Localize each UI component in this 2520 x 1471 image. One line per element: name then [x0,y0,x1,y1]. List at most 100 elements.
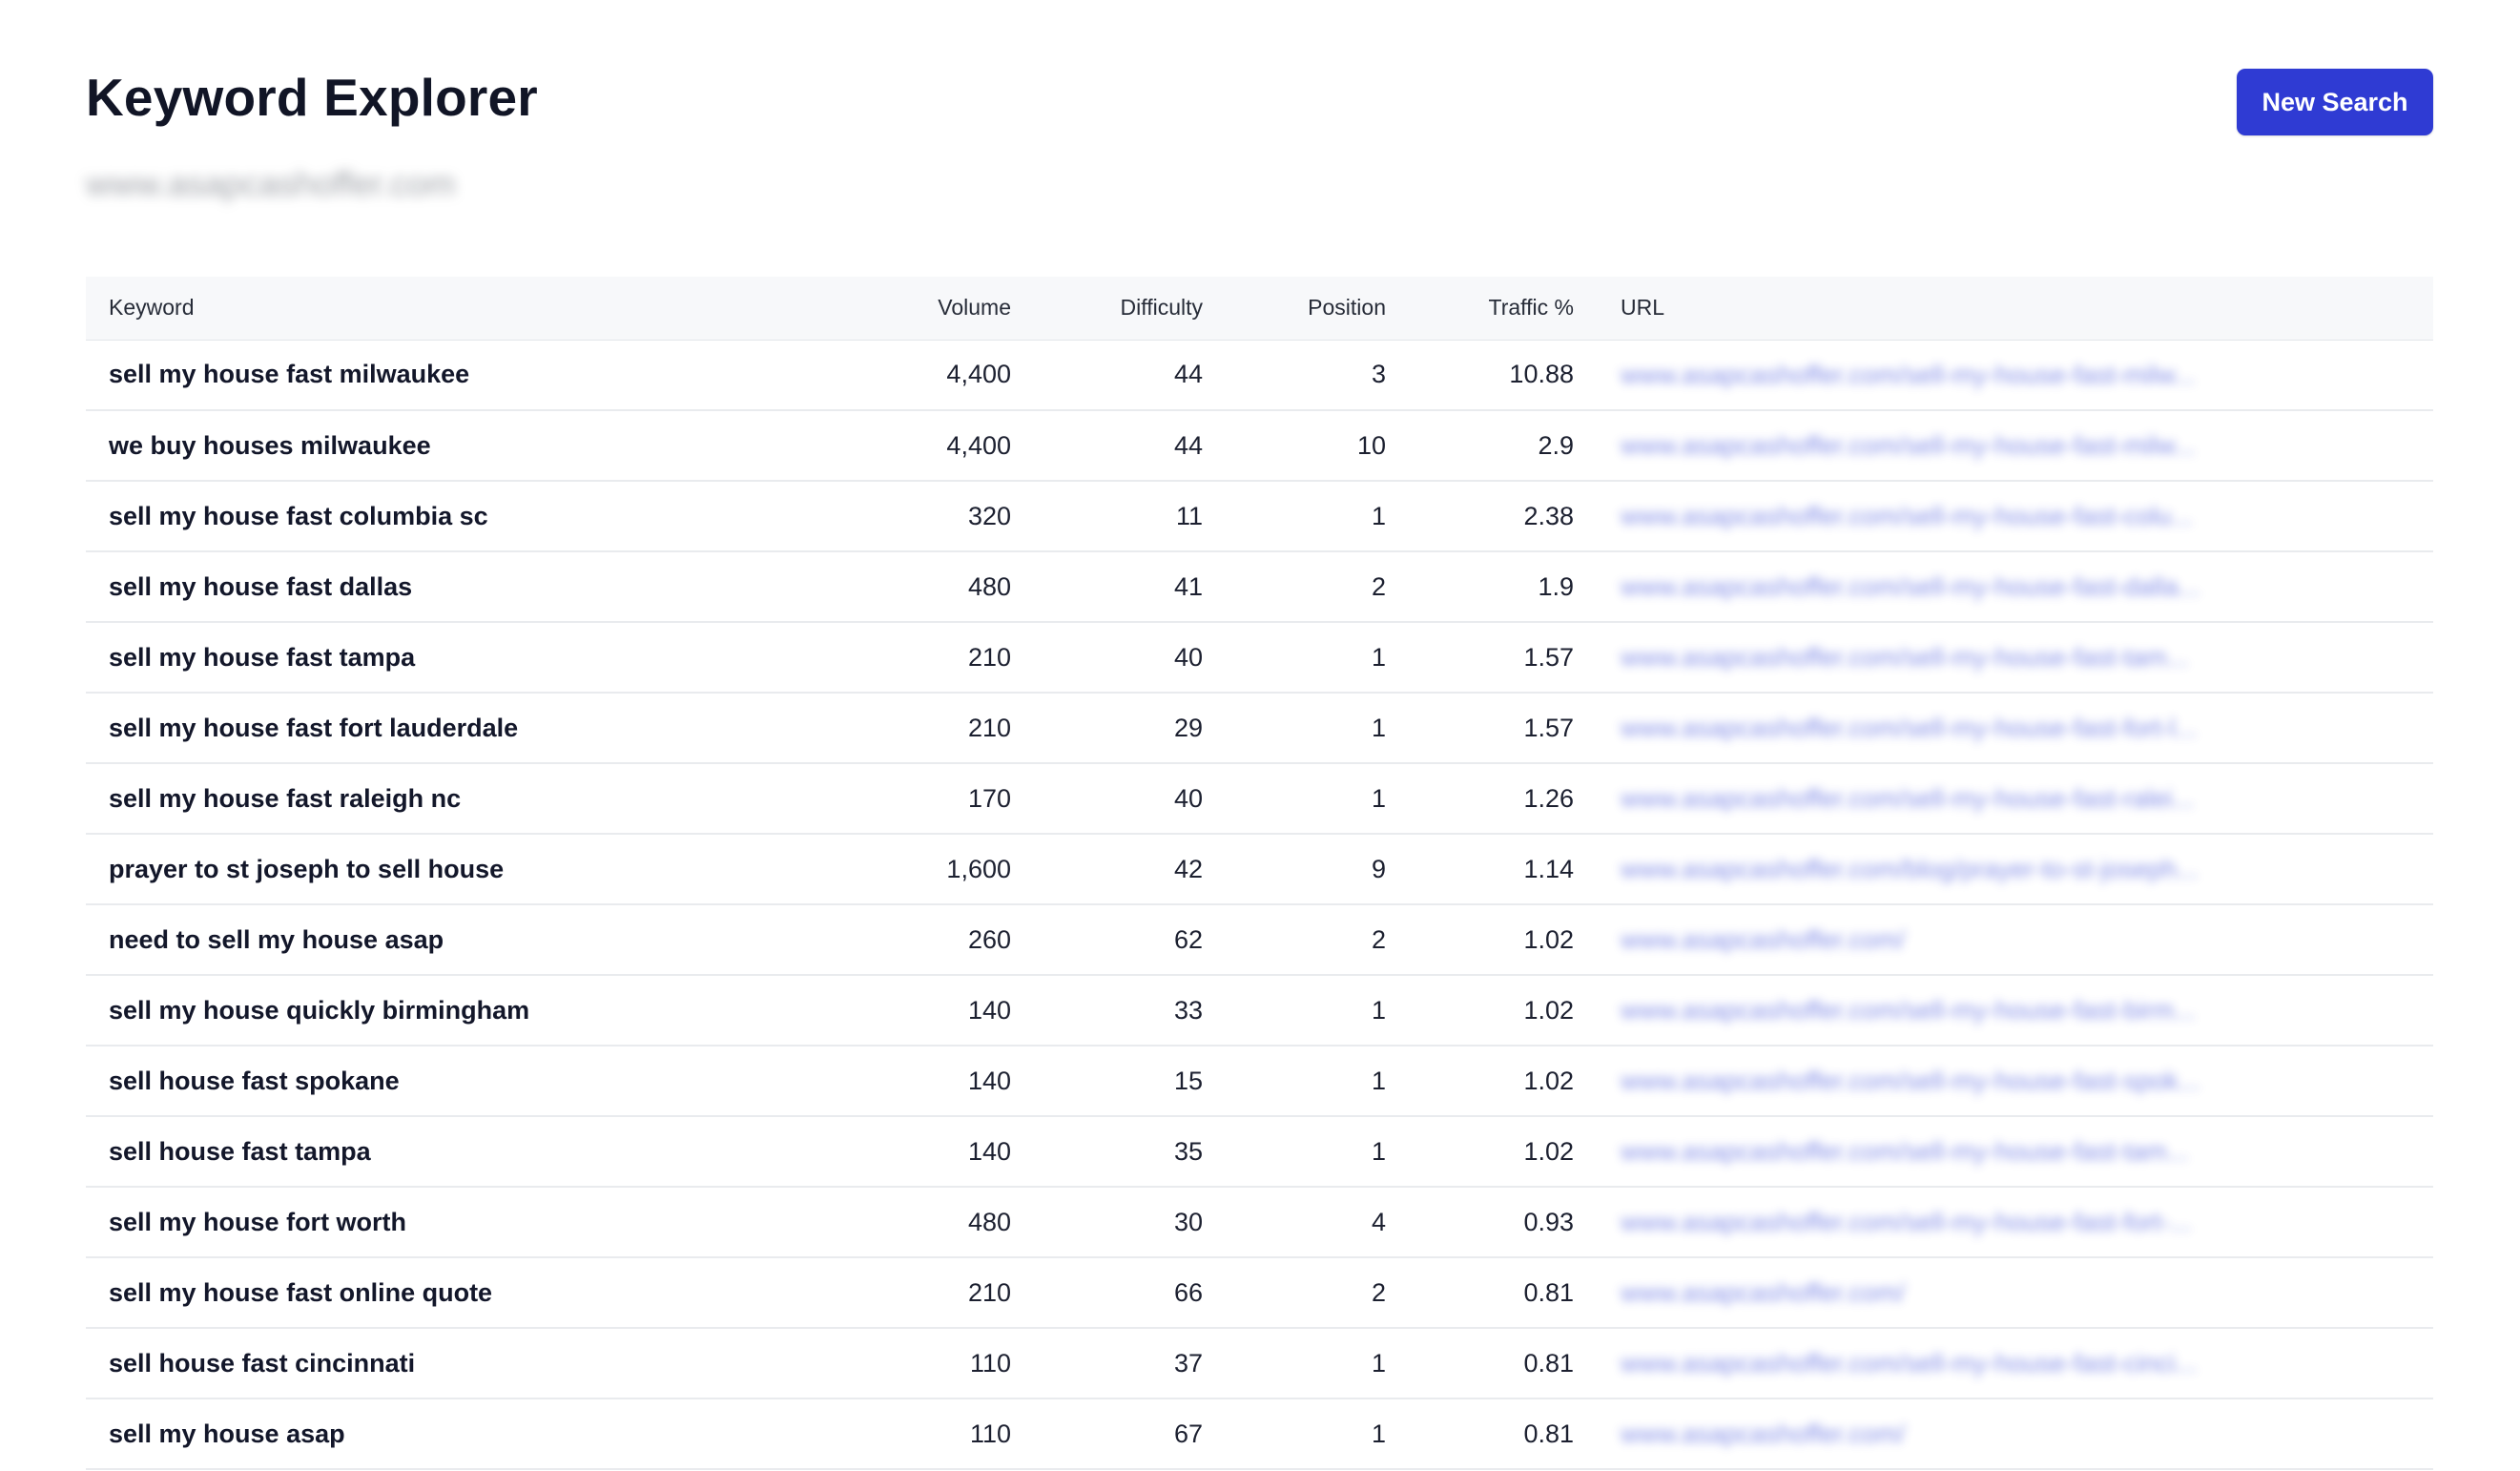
table-header-row: Keyword Volume Difficulty Position Traff… [86,277,2433,341]
url-cell: www.asapcashoffer.com/blog/prayer-to-st-… [1575,834,2433,905]
url-link[interactable]: www.asapcashoffer.com/sell-my-house-fast… [1621,1349,2197,1378]
table-row[interactable]: sell my house fast raleigh nc 170 40 1 1.26 w… [86,763,2433,835]
volume-cell: 4,400 [819,340,1011,411]
position-cell: 1 [1204,975,1387,1046]
column-header-difficulty[interactable]: Difficulty [1011,277,1204,341]
url-link[interactable]: www.asapcashoffer.com/sell-my-house-fast… [1621,572,2200,602]
url-link[interactable]: www.asapcashoffer.com/sell-my-house-fast… [1621,361,2196,390]
url-link[interactable]: www.asapcashoffer.com/sell-my-house-fast… [1621,996,2196,1026]
url-link[interactable]: www.asapcashoffer.com/ [1621,1419,1905,1449]
traffic-cell: 1.02 [1387,975,1575,1046]
traffic-cell: 1.26 [1387,763,1575,835]
url-link[interactable]: www.asapcashoffer.com/sell-my-house-fast… [1621,714,2197,743]
keyword-explorer-page: Keyword Explorer www.asapcashoffer.com N… [86,0,2433,1470]
url-link[interactable]: www.asapcashoffer.com/sell-my-house-fast… [1621,1208,2191,1237]
page-header: Keyword Explorer www.asapcashoffer.com N… [86,0,2433,258]
position-cell: 1 [1204,481,1387,552]
traffic-cell: 1.02 [1387,1046,1575,1117]
position-cell: 1 [1204,763,1387,835]
column-header-keyword[interactable]: Keyword [86,277,819,341]
traffic-cell: 1.9 [1387,551,1575,623]
url-cell: www.asapcashoffer.com/sell-my-house-fast… [1575,481,2433,552]
difficulty-cell: 62 [1011,904,1204,976]
keyword-table: Keyword Volume Difficulty Position Traff… [86,277,2433,1470]
position-cell: 1 [1204,1046,1387,1117]
url-link[interactable]: www.asapcashoffer.com/sell-my-house-fast… [1621,502,2193,531]
position-cell: 2 [1204,904,1387,976]
traffic-cell: 2.38 [1387,481,1575,552]
table-row[interactable]: we buy houses milwaukee 4,400 44 10 2.9 www.a… [86,410,2433,482]
difficulty-cell: 44 [1011,340,1204,411]
difficulty-cell: 42 [1011,834,1204,905]
difficulty-cell: 66 [1011,1257,1204,1329]
volume-cell: 110 [819,1328,1011,1399]
url-link[interactable]: www.asapcashoffer.com/ [1621,1278,1905,1308]
position-cell: 2 [1204,1257,1387,1329]
difficulty-cell: 33 [1011,975,1204,1046]
difficulty-cell: 40 [1011,763,1204,835]
table-row[interactable]: need to sell my house asap 260 62 2 1.02 www.… [86,904,2433,976]
column-header-url[interactable]: URL [1575,277,2433,341]
difficulty-cell: 40 [1011,622,1204,694]
keyword-cell: sell my house fast raleigh nc [86,763,819,835]
table-row[interactable]: prayer to st joseph to sell house 1,600 42… [86,834,2433,905]
position-cell: 9 [1204,834,1387,905]
table-row[interactable]: sell house fast spokane 140 15 1 1.02 www.asa… [86,1046,2433,1117]
url-cell: www.asapcashoffer.com/sell-my-house-fast… [1575,975,2433,1046]
table-row[interactable]: sell my house fast tampa 210 40 1 1.57 www.as… [86,622,2433,694]
traffic-cell: 1.14 [1387,834,1575,905]
volume-cell: 210 [819,622,1011,694]
table-row[interactable]: sell my house fast columbia sc 320 11 1 2.38… [86,481,2433,552]
table-row[interactable]: sell my house quickly birmingham 140 33 1 1.… [86,975,2433,1046]
keyword-cell: sell house fast cincinnati [86,1328,819,1399]
new-search-button[interactable]: New Search [2237,69,2433,135]
keyword-cell: sell my house fort worth [86,1187,819,1258]
url-cell: www.asapcashoffer.com/ [1575,904,2433,976]
difficulty-cell: 30 [1011,1187,1204,1258]
keyword-cell: sell my house fast columbia sc [86,481,819,552]
traffic-cell: 0.81 [1387,1257,1575,1329]
keyword-cell: sell my house fast milwaukee [86,340,819,411]
url-link[interactable]: www.asapcashoffer.com/sell-my-house-fast… [1621,1137,2188,1167]
traffic-cell: 1.02 [1387,1116,1575,1188]
table-row[interactable]: sell house fast tampa 140 35 1 1.02 www.asapc… [86,1116,2433,1188]
url-link[interactable]: www.asapcashoffer.com/sell-my-house-fast… [1621,1067,2200,1096]
table-body: sell my house fast milwaukee 4,400 44 3 10.8… [86,340,2433,1470]
volume-cell: 1,600 [819,834,1011,905]
url-cell: www.asapcashoffer.com/ [1575,1398,2433,1470]
volume-cell: 210 [819,1257,1011,1329]
position-cell: 2 [1204,551,1387,623]
table-row[interactable]: sell my house fort worth 480 30 4 0.93 www.as… [86,1187,2433,1258]
table-row[interactable]: sell my house fast milwaukee 4,400 44 3 10.8… [86,340,2433,411]
position-cell: 1 [1204,1328,1387,1399]
difficulty-cell: 11 [1011,481,1204,552]
url-cell: www.asapcashoffer.com/sell-my-house-fast… [1575,763,2433,835]
table-row[interactable]: sell my house asap 110 67 1 0.81 www.asapcash… [86,1398,2433,1470]
url-cell: www.asapcashoffer.com/sell-my-house-fast… [1575,340,2433,411]
page-title: Keyword Explorer [86,68,538,127]
table-header: Keyword Volume Difficulty Position Traff… [86,277,2433,341]
column-header-volume[interactable]: Volume [819,277,1011,341]
url-link[interactable]: www.asapcashoffer.com/blog/prayer-to-st-… [1621,855,2199,884]
table-row[interactable]: sell my house fast dallas 480 41 2 1.9 www.as… [86,551,2433,623]
url-link[interactable]: www.asapcashoffer.com/sell-my-house-fast… [1621,431,2196,461]
column-header-position[interactable]: Position [1204,277,1387,341]
difficulty-cell: 67 [1011,1398,1204,1470]
url-link[interactable]: www.asapcashoffer.com/sell-my-house-fast… [1621,784,2194,814]
keyword-cell: sell my house fast online quote [86,1257,819,1329]
table-row[interactable]: sell my house fast fort lauderdale 210 29 1… [86,693,2433,764]
url-cell: www.asapcashoffer.com/ [1575,1257,2433,1329]
table-row[interactable]: sell my house fast online quote 210 66 2 0.8… [86,1257,2433,1329]
position-cell: 10 [1204,410,1387,482]
url-cell: www.asapcashoffer.com/sell-my-house-fast… [1575,1046,2433,1117]
table-row[interactable]: sell house fast cincinnati 110 37 1 0.81 www.… [86,1328,2433,1399]
volume-cell: 140 [819,1046,1011,1117]
volume-cell: 4,400 [819,410,1011,482]
keyword-cell: need to sell my house asap [86,904,819,976]
volume-cell: 110 [819,1398,1011,1470]
volume-cell: 140 [819,975,1011,1046]
column-header-traffic[interactable]: Traffic % [1387,277,1575,341]
url-cell: www.asapcashoffer.com/sell-my-house-fast… [1575,693,2433,764]
url-link[interactable]: www.asapcashoffer.com/sell-my-house-fast… [1621,643,2188,673]
url-link[interactable]: www.asapcashoffer.com/ [1621,925,1905,955]
